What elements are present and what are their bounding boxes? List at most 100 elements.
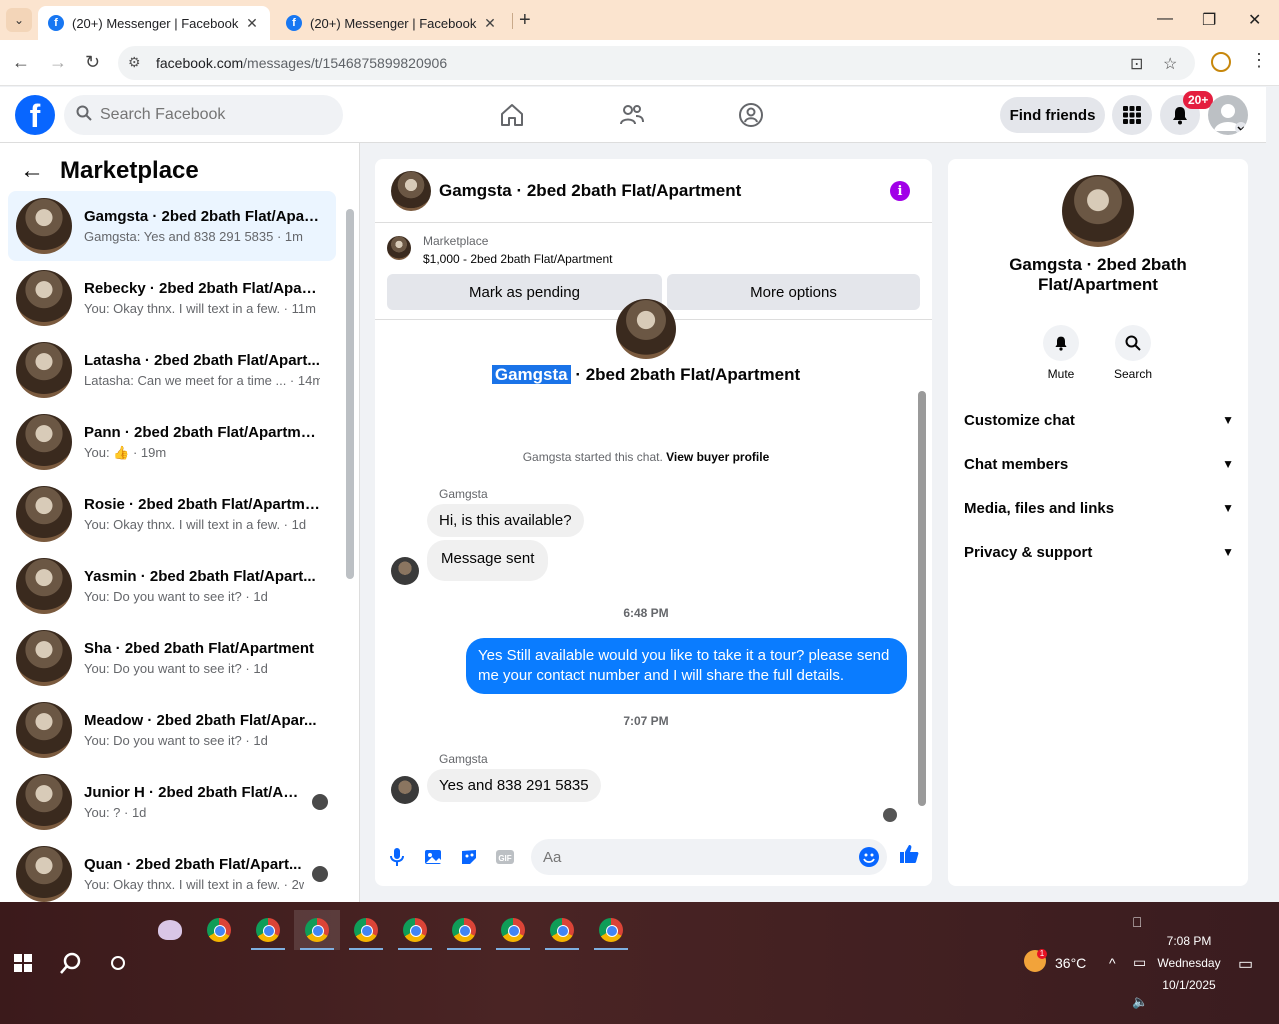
- facebook-favicon-icon: f: [48, 15, 64, 31]
- photo-icon[interactable]: [423, 847, 443, 867]
- clock-time[interactable]: 7:08 PM: [1158, 934, 1220, 948]
- info-icon[interactable]: i: [890, 181, 910, 201]
- chrome-profile-taskbar-icon[interactable]: [343, 910, 389, 950]
- bookmark-star-icon[interactable]: ☆: [1163, 54, 1177, 74]
- message-input[interactable]: [543, 848, 843, 866]
- chat-members-section[interactable]: Chat members ▼: [964, 446, 1234, 482]
- facebook-logo-icon[interactable]: f: [15, 95, 55, 135]
- show-hidden-icons-chevron-icon[interactable]: ^: [1109, 955, 1116, 971]
- message-scrollbar[interactable]: [918, 391, 926, 806]
- listing-price-title[interactable]: $1,000 - 2bed 2bath Flat/Apartment: [423, 252, 612, 266]
- reload-icon[interactable]: ↻: [85, 52, 100, 73]
- thumbs-up-icon[interactable]: [898, 843, 920, 871]
- back-arrow-icon[interactable]: ←: [12, 52, 30, 73]
- more-options-button[interactable]: More options: [667, 274, 920, 310]
- search-in-chat-button[interactable]: Search: [1103, 325, 1163, 381]
- chat-list-item[interactable]: Yasmin · 2bed 2bath Flat/Apart... You: Do…: [8, 551, 336, 621]
- chat-list-item[interactable]: Quan · 2bed 2bath Flat/Apart... You: Okay…: [8, 839, 336, 902]
- chrome-profile-taskbar-icon[interactable]: [441, 910, 487, 950]
- chrome-profile-taskbar-icon[interactable]: [490, 910, 536, 950]
- minimize-button[interactable]: —: [1157, 10, 1173, 28]
- customize-chat-section[interactable]: Customize chat ▼: [964, 402, 1234, 438]
- listing-thumbnail: [16, 342, 72, 398]
- install-app-icon[interactable]: ⊡: [1130, 54, 1143, 74]
- conversation-title[interactable]: Gamgsta · 2bed 2bath Flat/Apartment: [439, 181, 741, 201]
- taskbar-search-icon[interactable]: [60, 952, 82, 980]
- facebook-search-input[interactable]: [100, 106, 320, 124]
- chat-list-item[interactable]: Sha · 2bed 2bath Flat/Apartment You: Do y…: [8, 623, 336, 693]
- chat-list-item[interactable]: Rosie · 2bed 2bath Flat/Apartme... You: O…: [8, 479, 336, 549]
- message-input-box[interactable]: [531, 839, 887, 875]
- conversation-avatar[interactable]: [391, 170, 431, 211]
- emoji-icon[interactable]: [859, 847, 879, 867]
- chevron-down-icon: ▼: [1222, 413, 1234, 427]
- page-scrollbar[interactable]: [1266, 87, 1279, 902]
- chat-list-item[interactable]: Rebecky · 2bed 2bath Flat/Apart... You: O…: [8, 263, 336, 333]
- clock-day[interactable]: Wednesday: [1156, 956, 1222, 970]
- clock-date[interactable]: 10/1/2025: [1158, 978, 1220, 992]
- chevron-down-icon: ▼: [1222, 457, 1234, 471]
- incoming-message[interactable]: Message sent: [427, 540, 549, 581]
- sender-avatar[interactable]: [391, 776, 419, 804]
- temperature-text[interactable]: 36°C: [1055, 955, 1086, 971]
- incoming-message[interactable]: Yes and 838 291 5835: [427, 769, 601, 802]
- chrome-profile-taskbar-icon[interactable]: [539, 910, 585, 950]
- volume-icon[interactable]: 🔈: [1132, 994, 1148, 1010]
- tab-close-icon[interactable]: ✕: [244, 15, 260, 32]
- mark-as-pending-button[interactable]: Mark as pending: [387, 274, 662, 310]
- account-avatar[interactable]: [1208, 95, 1248, 135]
- find-friends-button[interactable]: Find friends: [1000, 97, 1105, 133]
- chat-list-item[interactable]: Junior H · 2bed 2bath Flat/Ap... You: ? ·…: [8, 767, 336, 837]
- site-settings-icon[interactable]: ⚙: [128, 54, 141, 71]
- chat-info-avatar[interactable]: [1062, 175, 1134, 247]
- network-icon[interactable]: ▭: [1133, 954, 1146, 971]
- browser-tab-active[interactable]: f (20+) Messenger | Facebook ✕: [38, 6, 270, 40]
- chrome-profile-taskbar-icon[interactable]: [588, 910, 634, 950]
- windows-start-icon[interactable]: [14, 954, 32, 972]
- tab-search-chevron-icon[interactable]: ⌄: [6, 8, 32, 32]
- back-arrow-icon[interactable]: ←: [20, 157, 44, 185]
- mute-button[interactable]: Mute: [1031, 325, 1091, 381]
- tab-title: (20+) Messenger | Facebook: [72, 15, 239, 31]
- browser-menu-icon[interactable]: ⋮: [1250, 50, 1268, 71]
- home-icon[interactable]: [498, 101, 526, 129]
- chat-list-item[interactable]: Pann · 2bed 2bath Flat/Apartment You: 👍 ·…: [8, 407, 336, 477]
- microphone-icon[interactable]: [387, 847, 407, 867]
- outgoing-message[interactable]: Yes Still available would you like to ta…: [466, 638, 907, 694]
- chrome-taskbar-icon[interactable]: [196, 910, 242, 950]
- browser-tab-inactive[interactable]: f (20+) Messenger | Facebook ✕: [276, 6, 508, 40]
- new-tab-button[interactable]: +: [519, 9, 531, 32]
- incoming-message[interactable]: Hi, is this available?: [427, 504, 584, 537]
- view-buyer-profile-link[interactable]: View buyer profile: [666, 450, 769, 464]
- browser-profile-icon[interactable]: [1211, 52, 1231, 72]
- close-window-button[interactable]: ✕: [1248, 10, 1261, 30]
- forward-arrow-icon[interactable]: →: [49, 52, 67, 73]
- sticker-icon[interactable]: [459, 847, 479, 867]
- cortana-icon[interactable]: [111, 956, 125, 970]
- menu-grid-icon[interactable]: [1112, 95, 1152, 135]
- restore-button[interactable]: ❐: [1202, 10, 1216, 30]
- privacy-support-section[interactable]: Privacy & support ▼: [964, 534, 1234, 570]
- sender-avatar[interactable]: [391, 557, 419, 585]
- media-files-links-section[interactable]: Media, files and links ▼: [964, 490, 1234, 526]
- taskbar-app-icon[interactable]: [147, 910, 193, 950]
- url-omnibox[interactable]: ⚙ facebook.com/messages/t/15468758998209…: [118, 46, 1195, 80]
- tablet-mode-icon[interactable]: ⎕: [1133, 914, 1141, 931]
- groups-icon[interactable]: [737, 101, 765, 129]
- chrome-profile-taskbar-icon[interactable]: [245, 910, 291, 950]
- tab-close-icon[interactable]: ✕: [482, 15, 498, 32]
- chat-name: Rosie · 2bed 2bath Flat/Apartme...: [84, 496, 320, 513]
- friends-icon[interactable]: [618, 101, 646, 129]
- chat-list-item[interactable]: Latasha · 2bed 2bath Flat/Apart... Latash…: [8, 335, 336, 405]
- chat-last-message: You: Okay thnx. I will text in a few. · …: [84, 877, 304, 892]
- chrome-profile-taskbar-icon[interactable]: [294, 910, 340, 950]
- chat-list-item[interactable]: Gamgsta · 2bed 2bath Flat/Apar... Gamgsta…: [8, 191, 336, 261]
- chat-list-scrollbar[interactable]: [346, 209, 354, 579]
- facebook-search-box[interactable]: [64, 95, 343, 135]
- gif-icon[interactable]: GIF: [495, 847, 515, 867]
- search-icon: [1115, 325, 1151, 361]
- chrome-profile-taskbar-icon[interactable]: [392, 910, 438, 950]
- chat-list-item[interactable]: Meadow · 2bed 2bath Flat/Apar... You: Do …: [8, 695, 336, 765]
- conversation-panel: Gamgsta · 2bed 2bath Flat/Apartment i Ma…: [375, 159, 932, 886]
- notification-center-icon[interactable]: ▭: [1238, 954, 1253, 974]
